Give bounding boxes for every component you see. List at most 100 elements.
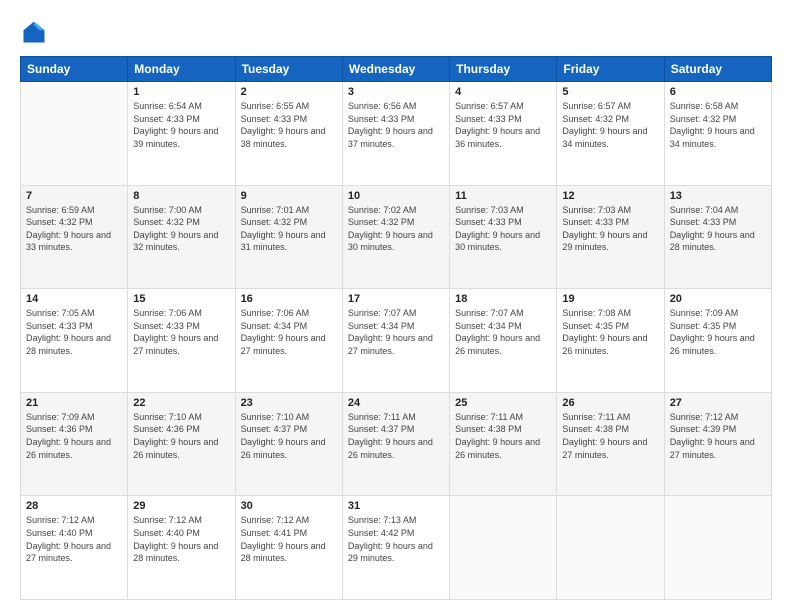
- calendar-cell: 23 Sunrise: 7:10 AMSunset: 4:37 PMDayligh…: [235, 392, 342, 496]
- day-number: 2: [241, 86, 337, 98]
- day-info: Sunrise: 7:03 AMSunset: 4:33 PMDaylight:…: [562, 204, 658, 254]
- calendar-cell: 24Sunrise: 7:11 AMSunset: 4:37 PMDayligh…: [342, 392, 449, 496]
- day-number: 25: [455, 397, 551, 409]
- day-number: 11: [455, 190, 551, 202]
- day-number: 17: [348, 293, 444, 305]
- day-info: Sunrise: 7:00 AMSunset: 4:32 PMDaylight:…: [133, 204, 229, 254]
- calendar-cell: 30 Sunrise: 7:12 AMSunset: 4:41 PMDayligh…: [235, 496, 342, 600]
- calendar-cell: 15 Sunrise: 7:06 AMSunset: 4:33 PMDayligh…: [128, 289, 235, 393]
- day-number: 15: [133, 293, 229, 305]
- day-info: Sunrise: 7:06 AMSunset: 4:33 PMDaylight:…: [133, 307, 229, 357]
- day-number: 12: [562, 190, 658, 202]
- day-info: Sunrise: 7:11 AMSunset: 4:38 PMDaylight:…: [562, 411, 658, 461]
- day-info: Sunrise: 7:12 AMSunset: 4:40 PMDaylight:…: [26, 514, 122, 564]
- calendar-cell: 7Sunrise: 6:59 AMSunset: 4:32 PMDaylight…: [21, 185, 128, 289]
- day-info: Sunrise: 7:06 AMSunset: 4:34 PMDaylight:…: [241, 307, 337, 357]
- calendar-cell: 14 Sunrise: 7:05 AMSunset: 4:33 PMDayligh…: [21, 289, 128, 393]
- day-number: 4: [455, 86, 551, 98]
- day-info: Sunrise: 7:11 AMSunset: 4:37 PMDaylight:…: [348, 411, 444, 461]
- day-number: 16: [241, 293, 337, 305]
- calendar-cell: [21, 82, 128, 186]
- day-info: Sunrise: 6:57 AMSunset: 4:32 PMDaylight:…: [562, 100, 658, 150]
- day-info: Sunrise: 7:13 AMSunset: 4:42 PMDaylight:…: [348, 514, 444, 564]
- day-info: Sunrise: 6:55 AMSunset: 4:33 PMDaylight:…: [241, 100, 337, 150]
- calendar-cell: 18Sunrise: 7:07 AMSunset: 4:34 PMDayligh…: [450, 289, 557, 393]
- weekday-header: Sunday: [21, 57, 128, 82]
- day-number: 31: [348, 500, 444, 512]
- day-number: 8: [133, 190, 229, 202]
- day-number: 26: [562, 397, 658, 409]
- logo: [20, 18, 52, 46]
- day-info: Sunrise: 7:10 AMSunset: 4:36 PMDaylight:…: [133, 411, 229, 461]
- logo-icon: [20, 18, 48, 46]
- weekday-header: Monday: [128, 57, 235, 82]
- calendar-cell: 28Sunrise: 7:12 AMSunset: 4:40 PMDayligh…: [21, 496, 128, 600]
- page: SundayMondayTuesdayWednesdayThursdayFrid…: [0, 0, 792, 612]
- weekday-header: Saturday: [664, 57, 771, 82]
- day-info: Sunrise: 7:12 AMSunset: 4:41 PMDaylight:…: [241, 514, 337, 564]
- day-info: Sunrise: 7:07 AMSunset: 4:34 PMDaylight:…: [455, 307, 551, 357]
- day-info: Sunrise: 7:08 AMSunset: 4:35 PMDaylight:…: [562, 307, 658, 357]
- weekday-header: Tuesday: [235, 57, 342, 82]
- day-number: 14: [26, 293, 122, 305]
- calendar-cell: 10 Sunrise: 7:02 AMSunset: 4:32 PMDayligh…: [342, 185, 449, 289]
- day-info: Sunrise: 7:11 AMSunset: 4:38 PMDaylight:…: [455, 411, 551, 461]
- calendar-cell: 16 Sunrise: 7:06 AMSunset: 4:34 PMDayligh…: [235, 289, 342, 393]
- calendar-week-row: 28Sunrise: 7:12 AMSunset: 4:40 PMDayligh…: [21, 496, 772, 600]
- day-info: Sunrise: 7:04 AMSunset: 4:33 PMDaylight:…: [670, 204, 766, 254]
- calendar-week-row: 7Sunrise: 6:59 AMSunset: 4:32 PMDaylight…: [21, 185, 772, 289]
- day-number: 27: [670, 397, 766, 409]
- day-number: 9: [241, 190, 337, 202]
- day-info: Sunrise: 7:10 AMSunset: 4:37 PMDaylight:…: [241, 411, 337, 461]
- weekday-header: Friday: [557, 57, 664, 82]
- calendar-cell: 8 Sunrise: 7:00 AMSunset: 4:32 PMDaylight…: [128, 185, 235, 289]
- day-info: Sunrise: 7:01 AMSunset: 4:32 PMDaylight:…: [241, 204, 337, 254]
- calendar-week-row: 21Sunrise: 7:09 AMSunset: 4:36 PMDayligh…: [21, 392, 772, 496]
- calendar-cell: 29 Sunrise: 7:12 AMSunset: 4:40 PMDayligh…: [128, 496, 235, 600]
- day-number: 20: [670, 293, 766, 305]
- calendar-cell: 12 Sunrise: 7:03 AMSunset: 4:33 PMDayligh…: [557, 185, 664, 289]
- day-number: 6: [670, 86, 766, 98]
- day-info: Sunrise: 7:09 AMSunset: 4:35 PMDaylight:…: [670, 307, 766, 357]
- day-number: 29: [133, 500, 229, 512]
- calendar-cell: 9 Sunrise: 7:01 AMSunset: 4:32 PMDaylight…: [235, 185, 342, 289]
- day-info: Sunrise: 7:05 AMSunset: 4:33 PMDaylight:…: [26, 307, 122, 357]
- calendar-week-row: 1 Sunrise: 6:54 AMSunset: 4:33 PMDaylight…: [21, 82, 772, 186]
- day-info: Sunrise: 7:12 AMSunset: 4:39 PMDaylight:…: [670, 411, 766, 461]
- day-info: Sunrise: 7:12 AMSunset: 4:40 PMDaylight:…: [133, 514, 229, 564]
- calendar-cell: 19 Sunrise: 7:08 AMSunset: 4:35 PMDayligh…: [557, 289, 664, 393]
- calendar-cell: 3Sunrise: 6:56 AMSunset: 4:33 PMDaylight…: [342, 82, 449, 186]
- day-info: Sunrise: 6:57 AMSunset: 4:33 PMDaylight:…: [455, 100, 551, 150]
- day-info: Sunrise: 7:02 AMSunset: 4:32 PMDaylight:…: [348, 204, 444, 254]
- calendar-cell: 17 Sunrise: 7:07 AMSunset: 4:34 PMDayligh…: [342, 289, 449, 393]
- day-number: 30: [241, 500, 337, 512]
- day-number: 1: [133, 86, 229, 98]
- calendar-cell: 4 Sunrise: 6:57 AMSunset: 4:33 PMDaylight…: [450, 82, 557, 186]
- calendar-cell: [664, 496, 771, 600]
- weekday-header: Thursday: [450, 57, 557, 82]
- day-info: Sunrise: 6:56 AMSunset: 4:33 PMDaylight:…: [348, 100, 444, 150]
- calendar-cell: 1 Sunrise: 6:54 AMSunset: 4:33 PMDaylight…: [128, 82, 235, 186]
- day-info: Sunrise: 7:03 AMSunset: 4:33 PMDaylight:…: [455, 204, 551, 254]
- calendar-table: SundayMondayTuesdayWednesdayThursdayFrid…: [20, 56, 772, 600]
- calendar-cell: 5Sunrise: 6:57 AMSunset: 4:32 PMDaylight…: [557, 82, 664, 186]
- calendar-cell: 25 Sunrise: 7:11 AMSunset: 4:38 PMDayligh…: [450, 392, 557, 496]
- calendar-cell: 31 Sunrise: 7:13 AMSunset: 4:42 PMDayligh…: [342, 496, 449, 600]
- day-info: Sunrise: 6:54 AMSunset: 4:33 PMDaylight:…: [133, 100, 229, 150]
- header: [20, 18, 772, 46]
- day-info: Sunrise: 7:09 AMSunset: 4:36 PMDaylight:…: [26, 411, 122, 461]
- day-number: 10: [348, 190, 444, 202]
- day-number: 23: [241, 397, 337, 409]
- day-info: Sunrise: 7:07 AMSunset: 4:34 PMDaylight:…: [348, 307, 444, 357]
- calendar-cell: 13 Sunrise: 7:04 AMSunset: 4:33 PMDayligh…: [664, 185, 771, 289]
- calendar-cell: [557, 496, 664, 600]
- day-number: 13: [670, 190, 766, 202]
- day-info: Sunrise: 6:59 AMSunset: 4:32 PMDaylight:…: [26, 204, 122, 254]
- calendar-cell: 21Sunrise: 7:09 AMSunset: 4:36 PMDayligh…: [21, 392, 128, 496]
- calendar-cell: 2 Sunrise: 6:55 AMSunset: 4:33 PMDaylight…: [235, 82, 342, 186]
- day-number: 19: [562, 293, 658, 305]
- calendar-cell: 11 Sunrise: 7:03 AMSunset: 4:33 PMDayligh…: [450, 185, 557, 289]
- day-info: Sunrise: 6:58 AMSunset: 4:32 PMDaylight:…: [670, 100, 766, 150]
- weekday-header: Wednesday: [342, 57, 449, 82]
- calendar-cell: 27 Sunrise: 7:12 AMSunset: 4:39 PMDayligh…: [664, 392, 771, 496]
